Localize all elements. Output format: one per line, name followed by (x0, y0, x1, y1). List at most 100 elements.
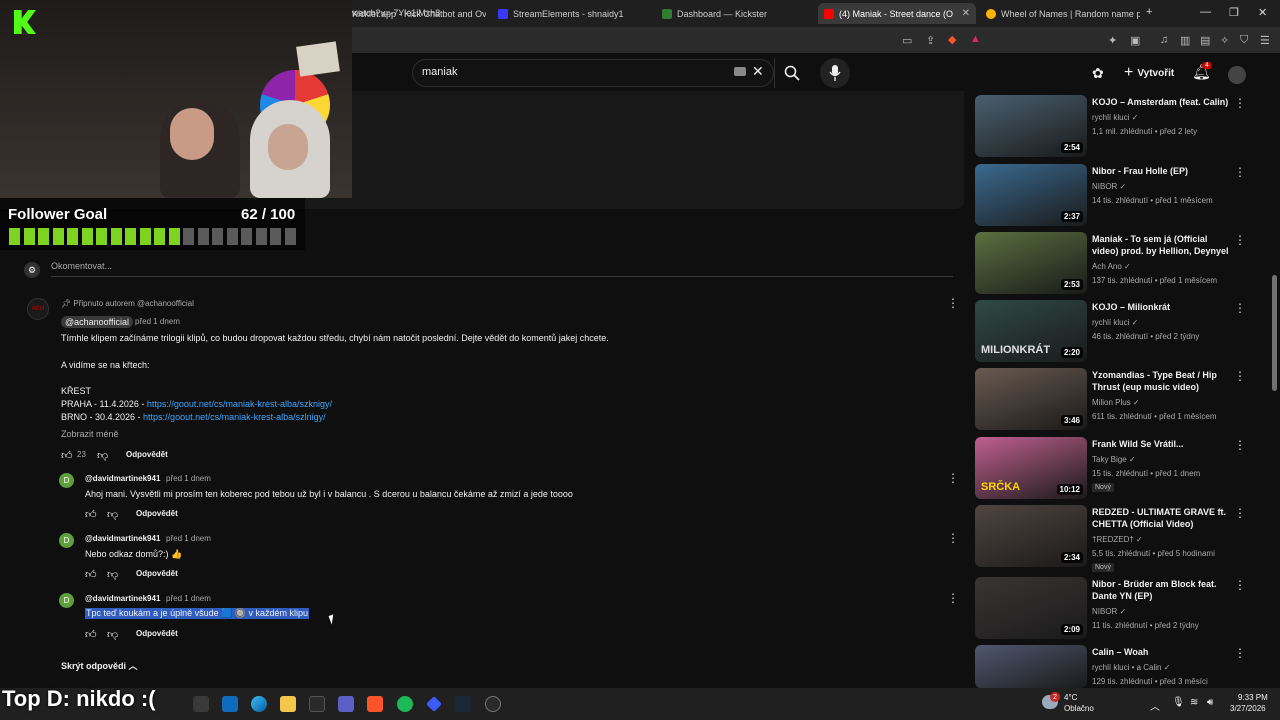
video-thumbnail[interactable]: 2:54 (975, 95, 1087, 157)
reply-avatar[interactable]: D (59, 593, 74, 608)
clock-date[interactable]: 3/27/2026 (1230, 704, 1266, 713)
menu-icon[interactable]: ☰ (1260, 34, 1270, 47)
video-thumbnail[interactable]: 2:53 (975, 232, 1087, 294)
video-thumbnail[interactable]: 2:09 (975, 577, 1087, 639)
teams-icon[interactable] (338, 696, 354, 712)
comment-more-icon[interactable]: ⋮ (947, 471, 959, 485)
tab-youtube-active[interactable]: (4) Maniak - Street dance (Offici ✕ (818, 3, 976, 24)
video-more-icon[interactable]: ⋮ (1234, 301, 1246, 315)
close-icon[interactable]: ✕ (962, 8, 970, 19)
video-channel[interactable]: †REDZED† ✓ (1092, 535, 1237, 544)
video-title[interactable]: Calin – Woah (1092, 646, 1232, 658)
show-less-button[interactable]: Zobrazit méně (61, 429, 119, 439)
like-icon[interactable]: 👍︎ (85, 508, 97, 521)
video-title[interactable]: Nibor - Frau Holle (EP) (1092, 165, 1232, 177)
hide-replies-button[interactable]: Skrýt odpovědi ︿ (61, 659, 138, 672)
video-thumbnail[interactable]: SRČKA 10:12 (975, 437, 1087, 499)
tab-wheel-of-names[interactable]: Wheel of Names | Random name pi (980, 3, 1140, 24)
video-thumbnail[interactable]: 2:37 (975, 164, 1087, 226)
video-channel[interactable]: NIBOR ✓ (1092, 607, 1237, 616)
search-box[interactable] (412, 59, 774, 87)
weather-temp[interactable]: 4°C (1064, 693, 1077, 702)
outlook-icon[interactable] (222, 696, 238, 712)
share-icon[interactable]: ⇪ (926, 34, 935, 47)
cast-icon[interactable]: ▭ (902, 34, 912, 47)
extensions-icon[interactable]: ✦ (1108, 34, 1117, 47)
keyboard-icon[interactable] (734, 67, 746, 76)
video-more-icon[interactable]: ⋮ (1234, 369, 1246, 383)
weather-desc[interactable]: Oblačno (1064, 704, 1094, 713)
video-title[interactable]: Yzomandias - Type Beat / Hip Thrust (eup… (1092, 369, 1232, 393)
video-more-icon[interactable]: ⋮ (1234, 233, 1246, 247)
microphone-icon[interactable]: 🎙︎ (1172, 697, 1185, 708)
event-link-brno[interactable]: https://goout.net/cs/maniak-krest-alba/s… (143, 412, 326, 422)
ai-icon[interactable]: ✧ (1220, 34, 1229, 47)
video-more-icon[interactable]: ⋮ (1234, 506, 1246, 520)
vpn-icon[interactable]: ⛉ (1240, 34, 1248, 47)
video-title[interactable]: KOJO – Milionkrát (1092, 301, 1232, 313)
comment-time[interactable]: před 1 dnem (135, 317, 180, 326)
edge-icon[interactable] (251, 696, 267, 712)
chevron-up-icon[interactable]: ︿ (1150, 698, 1160, 713)
account-avatar[interactable] (1228, 66, 1246, 84)
video-thumbnail[interactable]: 3:46 (975, 368, 1087, 430)
dislike-icon[interactable]: 👎︎ (107, 508, 118, 521)
video-title[interactable]: Frank Wild Se Vrátil... (1092, 438, 1232, 450)
comment-author-chip[interactable]: @achanoofficial (61, 316, 134, 328)
app-icon[interactable] (485, 696, 501, 712)
video-more-icon[interactable]: ⋮ (1234, 646, 1246, 660)
comment-more-icon[interactable]: ⋮ (947, 531, 959, 545)
brave-shield-icon[interactable]: ◆ (948, 33, 956, 46)
video-more-icon[interactable]: ⋮ (1234, 578, 1246, 592)
achano-avatar[interactable]: ACH (27, 298, 49, 320)
video-title[interactable]: KOJO – Amsterdam (feat. Calin) (1092, 96, 1232, 108)
video-channel[interactable]: NIBOR ✓ (1092, 182, 1237, 191)
reply-button[interactable]: Odpovědět (136, 509, 178, 518)
video-channel[interactable]: rychlí kluci ✓ (1092, 318, 1237, 327)
volume-icon[interactable]: 🔊︎ (1207, 697, 1213, 708)
reply-button[interactable]: Odpovědět (126, 450, 168, 459)
video-more-icon[interactable]: ⋮ (1234, 165, 1246, 179)
reply-author[interactable]: @davidmartinek941 (85, 534, 160, 543)
event-link-praha[interactable]: https://goout.net/cs/maniak-krest-alba/s… (147, 399, 332, 409)
reply-time[interactable]: před 1 dnem (166, 534, 211, 543)
file-explorer-icon[interactable] (280, 696, 296, 712)
like-icon[interactable]: 👍︎ (85, 628, 97, 641)
video-title[interactable]: REDZED - ULTIMATE GRAVE ft. CHETTA (Offi… (1092, 506, 1232, 530)
dislike-icon[interactable]: 👎︎ (107, 628, 118, 641)
reply-button[interactable]: Odpovědět (136, 569, 178, 578)
like-icon[interactable]: 👍︎ (61, 449, 73, 462)
clear-search-icon[interactable]: ✕ (752, 63, 764, 80)
video-channel[interactable]: Ach Ano ✓ (1092, 262, 1237, 271)
reply-time[interactable]: před 1 dnem (166, 594, 211, 603)
video-more-icon[interactable]: ⋮ (1234, 96, 1246, 110)
video-thumbnail[interactable] (975, 645, 1087, 688)
reply-avatar[interactable]: D (59, 473, 74, 488)
voice-search-button[interactable] (820, 58, 850, 88)
reply-author[interactable]: @davidmartinek941 (85, 474, 160, 483)
page-scrollbar[interactable] (1272, 275, 1277, 391)
like-icon[interactable]: 👍︎ (85, 568, 97, 581)
video-channel[interactable]: rychlí kluci • a Calin ✓ (1092, 663, 1237, 672)
url-text[interactable]: watch?v=-7Yle1iMxh8 (352, 8, 440, 18)
window-close-icon[interactable]: ✕ (1258, 6, 1267, 19)
video-title[interactable]: Nibor - Brüder am Block feat. Dante YN (… (1092, 578, 1232, 602)
tab-kickster-dashboard[interactable]: Dashboard — Kickster (656, 3, 816, 24)
video-channel[interactable]: Milion Plus ✓ (1092, 398, 1237, 407)
dislike-icon[interactable]: 👎︎ (97, 449, 108, 462)
translate-icon[interactable]: ▣ (1130, 34, 1140, 47)
brave-icon[interactable] (367, 696, 383, 712)
search-input[interactable]: maniak (422, 66, 457, 78)
premium-icon[interactable]: ✿ (1092, 65, 1104, 82)
maximize-icon[interactable]: ❐ (1229, 6, 1239, 19)
create-button[interactable]: + Vytvořit (1116, 62, 1182, 84)
comment-more-icon[interactable]: ⋮ (947, 296, 959, 310)
video-thumbnail[interactable]: 2:34 (975, 505, 1087, 567)
dislike-icon[interactable]: 👎︎ (107, 568, 118, 581)
comment-more-icon[interactable]: ⋮ (947, 591, 959, 605)
search-button[interactable] (774, 58, 808, 88)
reply-time[interactable]: před 1 dnem (166, 474, 211, 483)
video-more-icon[interactable]: ⋮ (1234, 438, 1246, 452)
reply-author[interactable]: @davidmartinek941 (85, 594, 160, 603)
wallet-icon[interactable]: ▤ (1200, 34, 1210, 47)
